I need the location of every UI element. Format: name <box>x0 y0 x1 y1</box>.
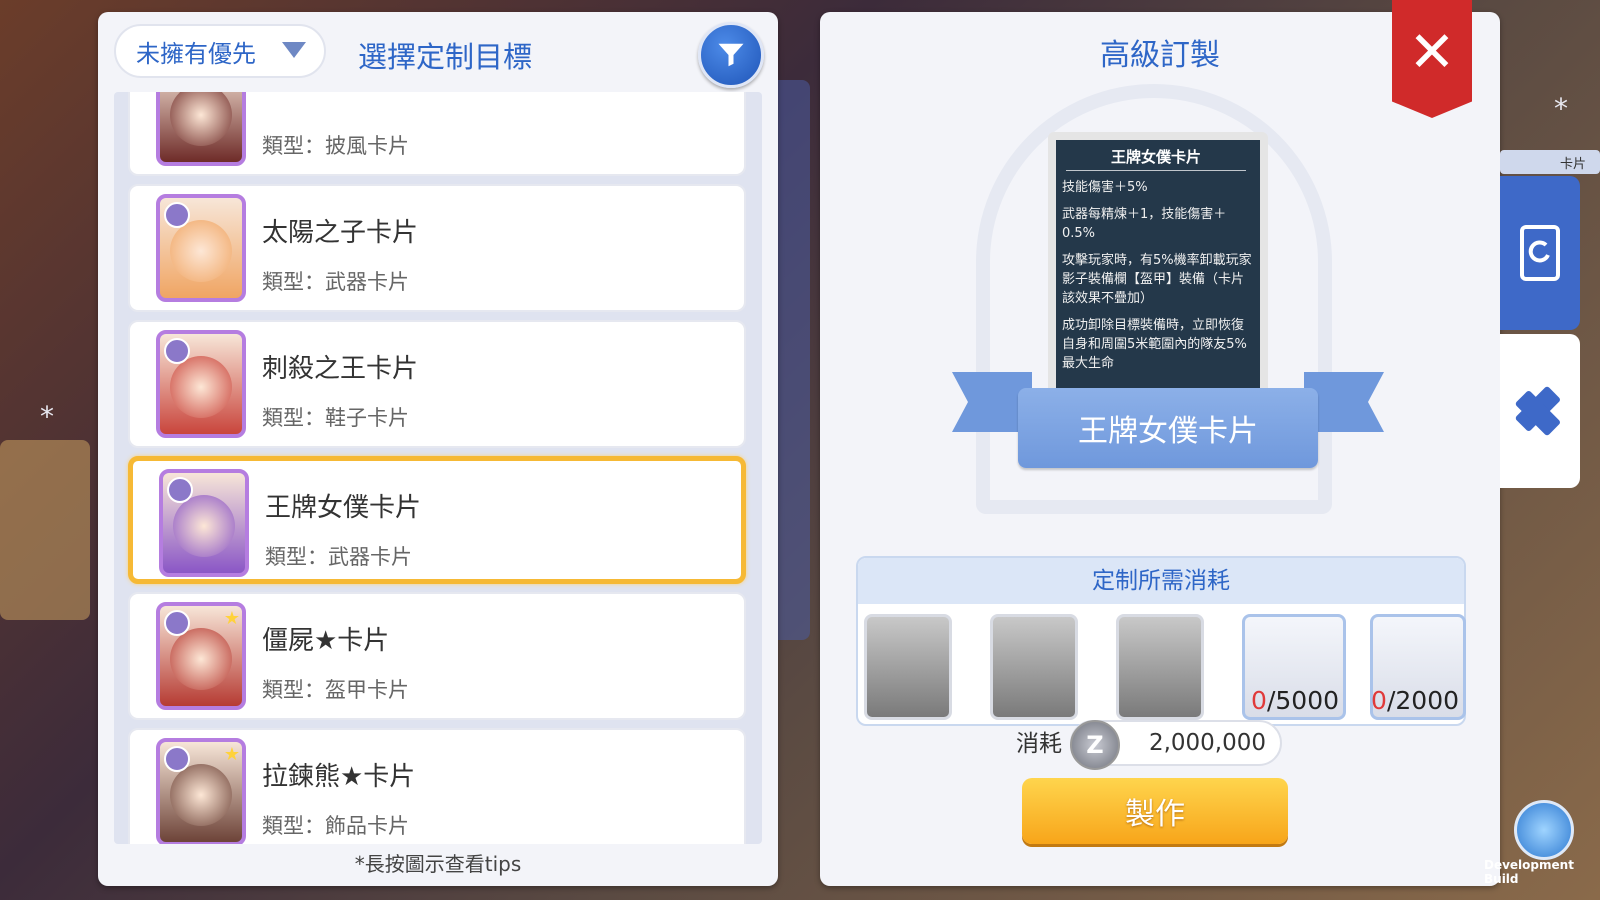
card-effect-line: 成功卸除目標裝備時，立即恢復自身和周圍5米範圍內的隊友5%最大生命 <box>1062 318 1247 371</box>
cost-field: Z 2,000,000 <box>1070 720 1282 770</box>
background-lantern <box>0 440 90 620</box>
filter-dropdown[interactable]: 未擁有優先 <box>114 24 326 78</box>
card-name: 僵屍★卡片 <box>262 626 390 656</box>
card-refresh-icon <box>1520 225 1560 281</box>
character-portrait <box>170 356 232 418</box>
card-type: 類型：鞋子卡片 <box>262 406 409 430</box>
slot-type-icon <box>164 338 190 364</box>
card-name-ribbon: 王牌女僕卡片 <box>1018 388 1318 468</box>
materials-title: 定制所需消耗 <box>858 558 1464 604</box>
close-button[interactable]: ✕ <box>1392 0 1472 118</box>
tab-card-craft[interactable] <box>1500 334 1580 488</box>
card-avatar[interactable]: ★ <box>156 738 246 844</box>
card-type: 類型：披風卡片 <box>262 134 409 158</box>
material-slot[interactable] <box>864 614 952 720</box>
card-title: 王牌女僕卡片 <box>1066 146 1246 171</box>
panel-title: 選擇定制目標 <box>358 40 533 74</box>
material-count: 0/2000 <box>1371 686 1459 715</box>
card-type: 類型：盔甲卡片 <box>262 678 409 702</box>
tab-card-refresh[interactable] <box>1500 176 1580 330</box>
card-avatar[interactable] <box>156 330 246 438</box>
ribbon-label: 王牌女僕卡片 <box>1078 414 1258 449</box>
star-icon: ★ <box>223 608 240 629</box>
material-slot[interactable]: 0/5000 <box>1242 614 1346 720</box>
card-type: 類型：武器卡片 <box>262 270 409 294</box>
make-button[interactable]: 製作 <box>1022 778 1288 844</box>
character-portrait <box>170 764 232 826</box>
zeny-coin-icon: Z <box>1070 720 1120 770</box>
list-item[interactable]: 太陽之子卡片類型：武器卡片 <box>128 184 746 312</box>
card-name: 王牌女僕卡片 <box>265 493 422 523</box>
card-list[interactable]: 類型：披風卡片 太陽之子卡片 類型：武器卡片 刺殺之王卡片 類型：鞋子卡片 王牌女僕卡片類… <box>114 92 762 844</box>
card-avatar[interactable]: ★ <box>156 602 246 710</box>
list-item[interactable]: ★ 拉鍊熊★卡片類型：飾品卡片 <box>128 728 746 844</box>
card-avatar[interactable] <box>156 194 246 302</box>
card-type: 類型：武器卡片 <box>265 545 412 569</box>
funnel-icon <box>718 43 744 67</box>
magic-wand-icon[interactable] <box>1514 800 1574 860</box>
card-preview[interactable]: 王牌女僕卡片 技能傷害＋5% 武器每精煉＋1，技能傷害＋0.5% 攻擊玩家時，有… <box>1048 132 1268 404</box>
snowflake-icon: * <box>1554 92 1568 125</box>
card-avatar[interactable] <box>156 92 246 166</box>
list-item[interactable]: 類型：披風卡片 <box>128 92 746 176</box>
character-portrait <box>170 220 232 282</box>
card-name: 拉鍊熊★卡片 <box>262 762 416 792</box>
filter-button[interactable] <box>698 22 764 88</box>
card-name: 刺殺之王卡片 <box>262 354 419 384</box>
side-tab-label: 卡片 <box>1560 157 1587 172</box>
make-button-label: 製作 <box>1125 797 1185 832</box>
card-effect-line: 攻擊玩家時，有5%機率卸載玩家影子裝備欄【盔甲】裝備（卡片該效果不疊加） <box>1062 253 1252 306</box>
card-avatar[interactable] <box>159 469 249 577</box>
crossed-cards-icon <box>1515 386 1560 436</box>
cost-value: 2,000,000 <box>1148 730 1266 756</box>
side-tabs: 卡片 <box>1500 150 1600 490</box>
chevron-down-icon <box>282 42 306 58</box>
material-slot[interactable]: 0/2000 <box>1370 614 1466 720</box>
cost-label: 消耗 <box>1016 731 1062 757</box>
material-slot[interactable] <box>1116 614 1204 720</box>
close-icon: ✕ <box>1408 19 1456 85</box>
custom-order-panel: 高級訂製 ✕ 王牌女僕卡片 技能傷害＋5% 武器每精煉＋1，技能傷害＋0.5% … <box>820 0 1500 886</box>
materials-row: 0/5000 0/2000 <box>864 614 1466 720</box>
list-item[interactable]: 王牌女僕卡片類型：武器卡片 <box>128 456 746 584</box>
card-description: 技能傷害＋5% 武器每精煉＋1，技能傷害＋0.5% 攻擊玩家時，有5%機率卸載玩… <box>1062 178 1252 381</box>
list-item[interactable]: 刺殺之王卡片類型：鞋子卡片 <box>128 320 746 448</box>
character-portrait <box>173 495 235 557</box>
filter-dropdown-label: 未擁有優先 <box>136 39 256 68</box>
target-selection-panel: 未擁有優先 選擇定制目標 類型：披風卡片 太陽之子卡片 類型：武器卡片 刺殺之王卡片類… <box>98 12 778 886</box>
build-label: Development Build <box>1484 858 1574 886</box>
material-count: 0/5000 <box>1251 686 1339 715</box>
star-icon: ★ <box>223 744 240 765</box>
side-tab-header: 卡片 <box>1500 150 1600 174</box>
card-type: 類型：飾品卡片 <box>262 814 409 838</box>
slot-type-icon <box>164 610 190 636</box>
slot-type-icon <box>167 477 193 503</box>
materials-section: 定制所需消耗 0/5000 0/2000 <box>856 556 1466 726</box>
slot-type-icon <box>164 746 190 772</box>
long-press-hint: *長按圖示查看tips <box>354 852 522 876</box>
character-portrait <box>170 628 232 690</box>
material-slot[interactable] <box>990 614 1078 720</box>
character-portrait <box>170 92 232 146</box>
slot-type-icon <box>164 202 190 228</box>
card-effect-line: 技能傷害＋5% <box>1062 180 1148 195</box>
card-name: 太陽之子卡片 <box>262 218 419 248</box>
snowflake-icon: * <box>40 400 54 433</box>
card-effect-line: 武器每精煉＋1，技能傷害＋0.5% <box>1062 207 1227 241</box>
list-item[interactable]: ★ 僵屍★卡片類型：盔甲卡片 <box>128 592 746 720</box>
